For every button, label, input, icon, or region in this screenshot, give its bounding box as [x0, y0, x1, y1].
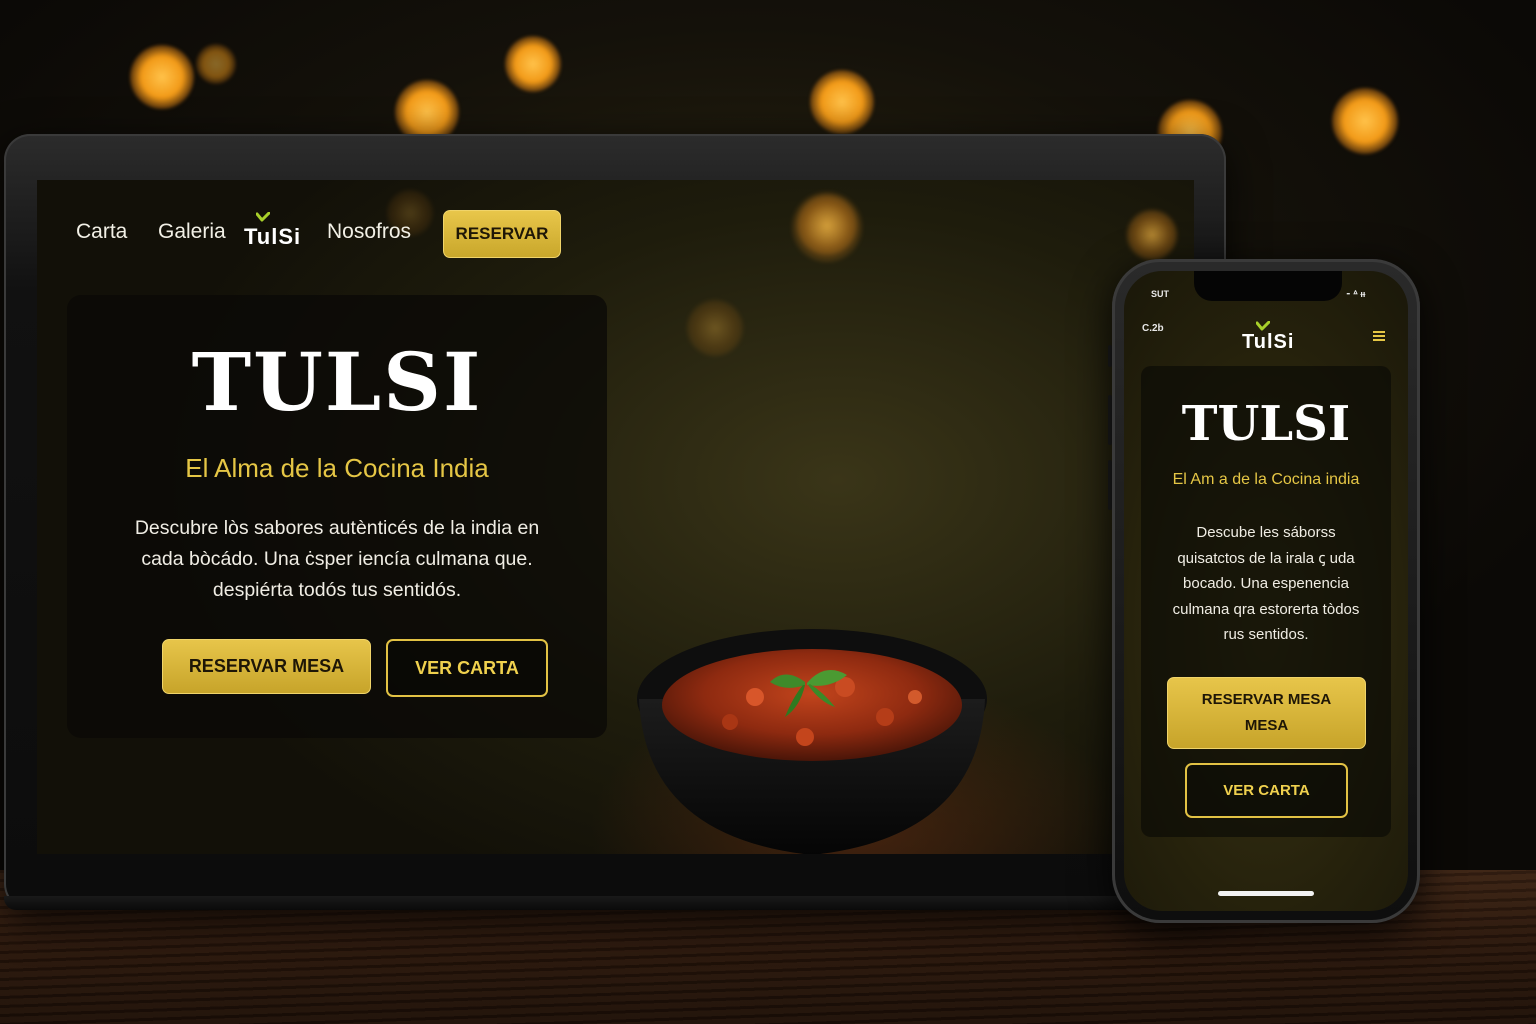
phone-hero-card: TULSI El Am a de la Cocina india Descube…: [1141, 366, 1391, 837]
hero-description-line: Descubre lòs sabores autènticés de la in…: [134, 517, 540, 539]
top-navigation: Carta Galeria TulSi Nosofros RESERVAR: [37, 180, 1194, 290]
bokeh-light: [810, 70, 874, 134]
hero-description-line: despiérta todós tus sentidós.: [212, 579, 462, 601]
phone-description-line: quisatctos de la irala ꞔ uda: [1177, 549, 1355, 567]
phone-description-line: Descube les sáborss: [1196, 524, 1336, 541]
phone-reserve-label-line: RESERVAR MESA: [1201, 691, 1332, 708]
laptop-base: [4, 896, 1226, 910]
phone-description-line: rus sentidos.: [1223, 626, 1309, 643]
bokeh-light: [196, 44, 236, 84]
hero-title: TULSI: [191, 335, 483, 429]
phone-reserve-table-button[interactable]: RESERVAR MESA MESA: [1167, 677, 1366, 749]
logo-text: TulSi: [244, 224, 302, 249]
laptop-device: Carta Galeria TulSi Nosofros RESERVAR TU…: [4, 134, 1226, 910]
nav-link-nosotros[interactable]: Nosofros: [327, 220, 411, 244]
phone-notch: [1194, 271, 1342, 301]
hero-card: TULSI El Alma de la Cocina India Descubr…: [67, 295, 607, 738]
curry-bowl-image: [637, 629, 987, 854]
status-bar-left: SUT: [1151, 289, 1169, 299]
phone-description-line: culmana qra estorerta tòdos: [1172, 600, 1360, 618]
phone-logo[interactable]: TulSi: [1240, 321, 1296, 357]
laptop-screen: Carta Galeria TulSi Nosofros RESERVAR TU…: [37, 180, 1194, 854]
phone-hero-subtitle: El Am a de la Cocina india: [1172, 471, 1360, 488]
hero-description: Descubre lòs sabores autènticés de la in…: [127, 513, 547, 606]
phone-screen: SUT ⁃ ᐞ ᵻᵻ C.2b TulSi TULSI El Am a de l…: [1124, 271, 1408, 911]
view-menu-button[interactable]: VER CARTA: [386, 639, 548, 697]
bokeh-light: [1332, 88, 1398, 154]
nav-link-galeria[interactable]: Galeria: [158, 220, 226, 244]
hero-subtitle: El Alma de la Cocina India: [185, 453, 489, 483]
phone-hero-title: TULSI: [1181, 396, 1351, 452]
nav-link-carta[interactable]: Carta: [76, 220, 127, 244]
phone-description-line: bocado. Una espenencia: [1183, 575, 1349, 592]
hamburger-icon[interactable]: [1373, 331, 1385, 341]
home-indicator[interactable]: [1218, 891, 1314, 896]
phone-device: SUT ⁃ ᐞ ᵻᵻ C.2b TulSi TULSI El Am a de l…: [1112, 259, 1420, 923]
reserve-table-button[interactable]: RESERVAR MESA: [162, 639, 371, 694]
status-time: C.2b: [1142, 323, 1164, 334]
logo[interactable]: TulSi: [244, 212, 300, 252]
phone-view-menu-button[interactable]: VER CARTA: [1185, 763, 1348, 818]
bokeh-light: [505, 36, 561, 92]
phone-logo-text: TulSi: [1242, 331, 1295, 353]
leaf-icon: [256, 212, 270, 222]
leaf-icon: [1256, 321, 1270, 331]
status-bar-right: ⁃ ᐞ ᵻᵻ: [1346, 289, 1366, 299]
bokeh-light: [130, 45, 194, 109]
bokeh-light: [687, 300, 743, 356]
phone-reserve-label-line: MESA: [1244, 717, 1289, 734]
hero-description-line: cada bòcádo. Una ċsper iencía culmana qu…: [141, 548, 533, 570]
reserve-button[interactable]: RESERVAR: [443, 210, 561, 258]
phone-hero-description: Descube les sáborss quisatctos de la ira…: [1151, 520, 1381, 648]
